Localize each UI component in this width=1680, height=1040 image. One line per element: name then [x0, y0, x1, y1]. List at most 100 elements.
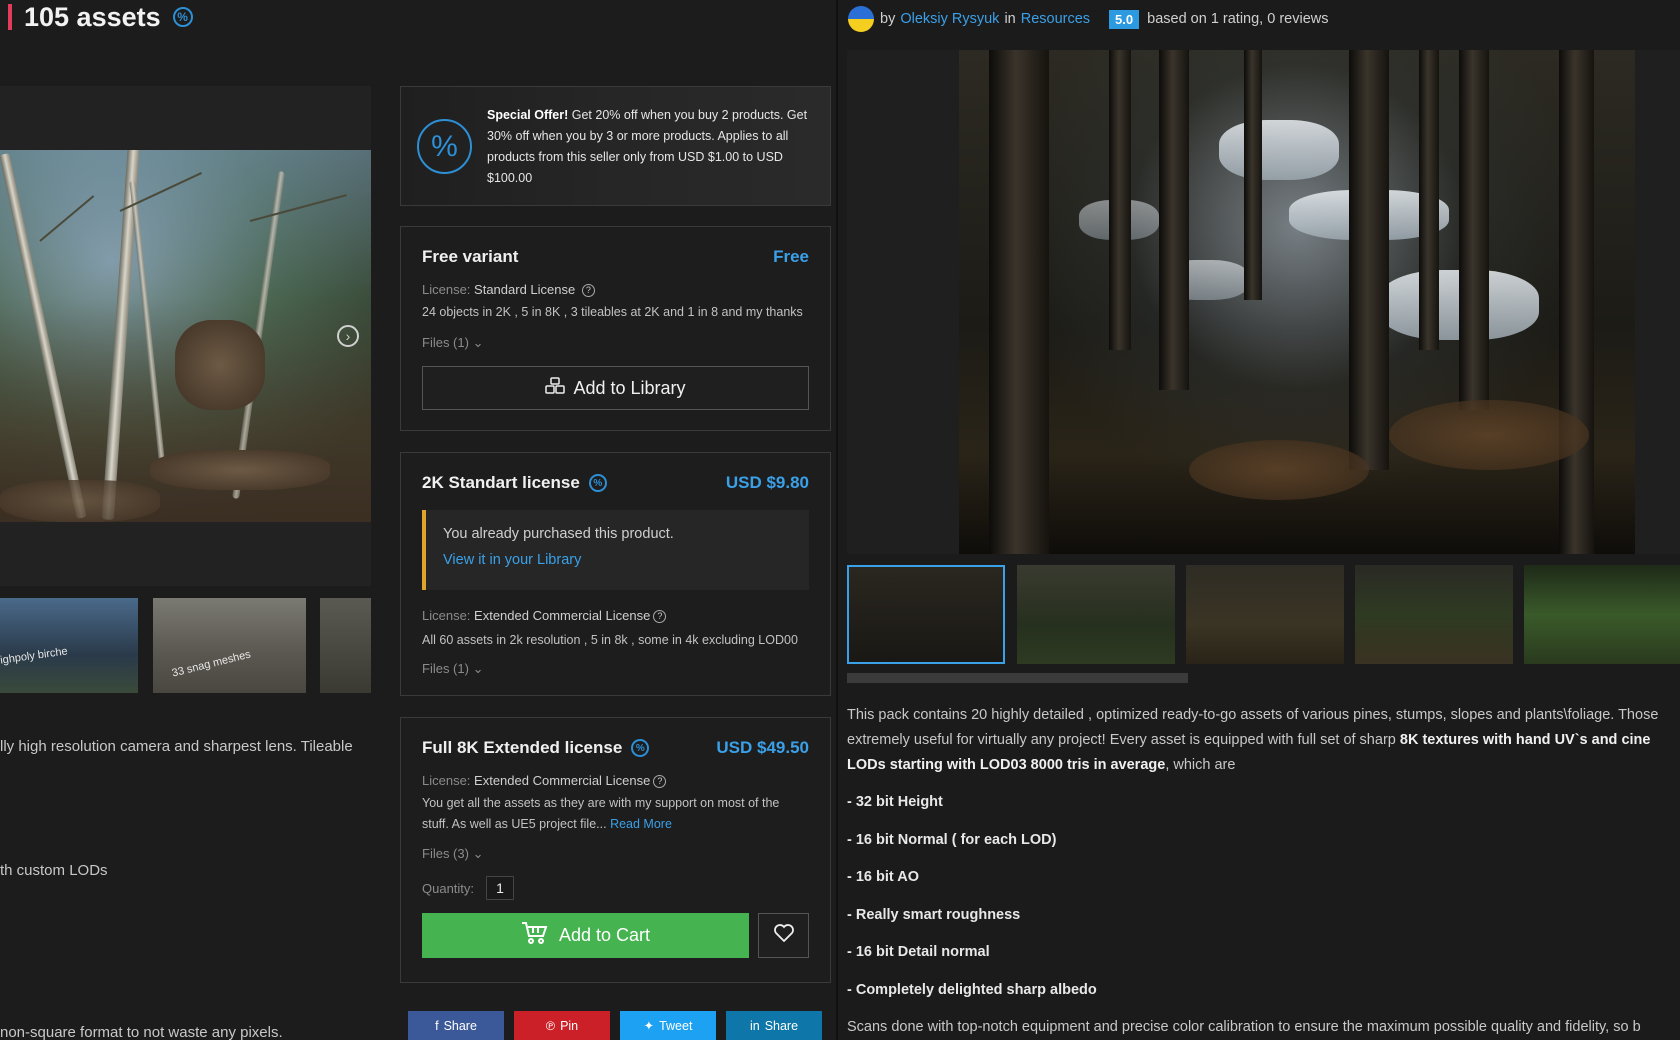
library-icon [545, 376, 566, 400]
offer-title: Special Offer! [487, 108, 569, 122]
special-offer-banner: % Special Offer! Get 20% off when you bu… [400, 86, 831, 206]
birch-trunk [0, 153, 87, 519]
variant-title: 2K Standart license [422, 473, 580, 492]
left-thumbnail[interactable]: 33 snag meshes [153, 598, 306, 693]
branch [249, 194, 347, 222]
variant-description-text: You get all the assets as they are with … [422, 796, 780, 831]
pine-trunk [1244, 50, 1262, 300]
description-footer: Scans done with top-notch equipment and … [847, 1019, 1641, 1035]
product-thumbnail[interactable] [1186, 565, 1344, 664]
share-label: Tweet [659, 1018, 693, 1033]
left-gallery-main-image[interactable] [0, 150, 371, 522]
description-text: extremely useful for virtually any proje… [847, 732, 1400, 748]
license-help-icon[interactable]: ? [653, 609, 667, 623]
purchased-message: You already purchased this product. [443, 526, 674, 542]
license-label: License: [422, 282, 471, 297]
quantity-label: Quantity: [422, 881, 475, 896]
feature-bullet: - Completely delighted sharp albedo [847, 982, 1097, 998]
add-to-library-button[interactable]: Add to Library [422, 366, 809, 410]
files-toggle[interactable]: Files (1) ⌄ [422, 661, 483, 677]
variant-title: Full 8K Extended license [422, 738, 623, 757]
chevron-down-icon: ⌄ [472, 846, 484, 861]
read-more-link[interactable]: Read More [610, 817, 672, 831]
variant-price: USD $9.80 [725, 473, 809, 492]
percent-icon: % [417, 119, 472, 174]
category-link[interactable]: Resources [1021, 11, 1090, 27]
twitter-icon: ✦ [643, 1019, 655, 1033]
quantity-input[interactable] [486, 876, 514, 900]
files-label: Files (1) [422, 661, 469, 676]
variant-price: Free [773, 247, 809, 266]
right-panel: by Oleksiy Rysyuk in Resources 5.0 based… [838, 0, 1680, 1040]
cart-icon [521, 921, 549, 950]
water [1219, 120, 1339, 180]
ground-leaves [1389, 400, 1589, 470]
discount-badge-icon[interactable]: % [631, 739, 650, 757]
license-label: License: [422, 608, 471, 623]
left-thumbnail[interactable]: ighpoly birche [0, 598, 138, 693]
product-thumbnail[interactable] [847, 565, 1005, 664]
feature-bullet: - 16 bit Detail normal [847, 944, 990, 960]
twitter-tweet-button[interactable]: ✦ Tweet [620, 1011, 716, 1040]
discount-badge-icon[interactable]: % [172, 7, 193, 27]
files-toggle[interactable]: Files (1) ⌄ [422, 335, 483, 351]
product-thumbnail[interactable] [1017, 565, 1175, 664]
discount-badge-icon[interactable]: % [588, 474, 607, 492]
left-description-line: non-square format to not waste any pixel… [0, 1024, 283, 1040]
description-line: LODs starting with LOD03 8000 tris in av… [847, 757, 1235, 773]
license-name: Extended Commercial License [474, 608, 651, 623]
files-label: Files (1) [422, 335, 469, 350]
feature-bullet: - 32 bit Height [847, 794, 943, 810]
variant-header: 2K Standart license % USD $9.80 [422, 473, 809, 493]
in-label: in [1004, 11, 1016, 27]
feature-bullet: - 16 bit Normal ( for each LOD) [847, 832, 1057, 848]
license-help-icon[interactable]: ? [653, 774, 667, 788]
ground-leaves [1189, 440, 1369, 500]
thumbnail-caption: ighpoly birche [0, 645, 69, 667]
description-line: extremely useful for virtually any proje… [847, 732, 1650, 748]
pinterest-pin-button[interactable]: ℗ Pin [514, 1011, 610, 1040]
product-thumbnail[interactable] [1524, 565, 1680, 664]
by-label: by [880, 11, 896, 27]
pine-trunk [1159, 50, 1189, 390]
thumbnail-caption: 33 snag meshes [170, 648, 252, 680]
product-thumbnail[interactable] [1355, 565, 1513, 664]
left-thumbnail[interactable] [320, 598, 371, 693]
facebook-share-button[interactable]: f Share [408, 1011, 504, 1040]
variant-description: All 60 assets in 2k resolution , 5 in 8k… [422, 633, 798, 647]
wishlist-button[interactable] [758, 913, 809, 958]
linkedin-icon: in [749, 1018, 760, 1033]
chevron-down-icon: ⌄ [472, 335, 484, 350]
variant-card-free: Free variant Free License: Standard Lice… [400, 226, 831, 431]
product-thumbnail-strip [847, 565, 1680, 664]
pine-trunk [1109, 50, 1131, 350]
rating-badge: 5.0 [1109, 9, 1140, 29]
add-to-library-label: Add to Library [573, 377, 686, 398]
next-image-arrow-icon[interactable]: › [337, 325, 359, 347]
author-link[interactable]: Oleksiy Rysyuk [900, 11, 999, 27]
pinterest-icon: ℗ [545, 1018, 556, 1033]
product-meta: by Oleksiy Rysyuk in Resources 5.0 based… [848, 6, 1328, 32]
share-buttons: f Share ℗ Pin ✦ Tweet in Share [408, 1011, 822, 1040]
ukraine-flag-icon [848, 6, 874, 32]
feature-bullet: - Really smart roughness [847, 907, 1021, 923]
license-line: License: Extended Commercial License? [422, 773, 667, 788]
title-accent [8, 4, 12, 30]
variant-card-8k: Full 8K Extended license % USD $49.50 Li… [400, 717, 831, 983]
license-label: License: [422, 773, 471, 788]
collection-title-bar: 105 assets % [0, 0, 193, 34]
description-text: , which are [1165, 757, 1236, 773]
files-toggle[interactable]: Files (3) ⌄ [422, 846, 483, 862]
share-label: Share [443, 1018, 477, 1033]
linkedin-share-button[interactable]: in Share [726, 1011, 822, 1040]
heart-icon [773, 924, 794, 947]
view-in-library-link[interactable]: View it in your Library [443, 552, 581, 568]
license-help-icon[interactable]: ? [581, 283, 595, 297]
left-description-line: lly high resolution camera and sharpest … [0, 738, 353, 755]
product-hero-image[interactable] [847, 50, 1680, 554]
left-description-line: th custom LODs [0, 862, 108, 879]
add-to-cart-button[interactable]: Add to Cart [422, 913, 749, 958]
left-panel: 105 assets % › ighpoly birche 33 snag me… [0, 0, 836, 1040]
fallen-log [150, 450, 330, 490]
thumbnail-scrollbar[interactable] [847, 673, 1188, 683]
